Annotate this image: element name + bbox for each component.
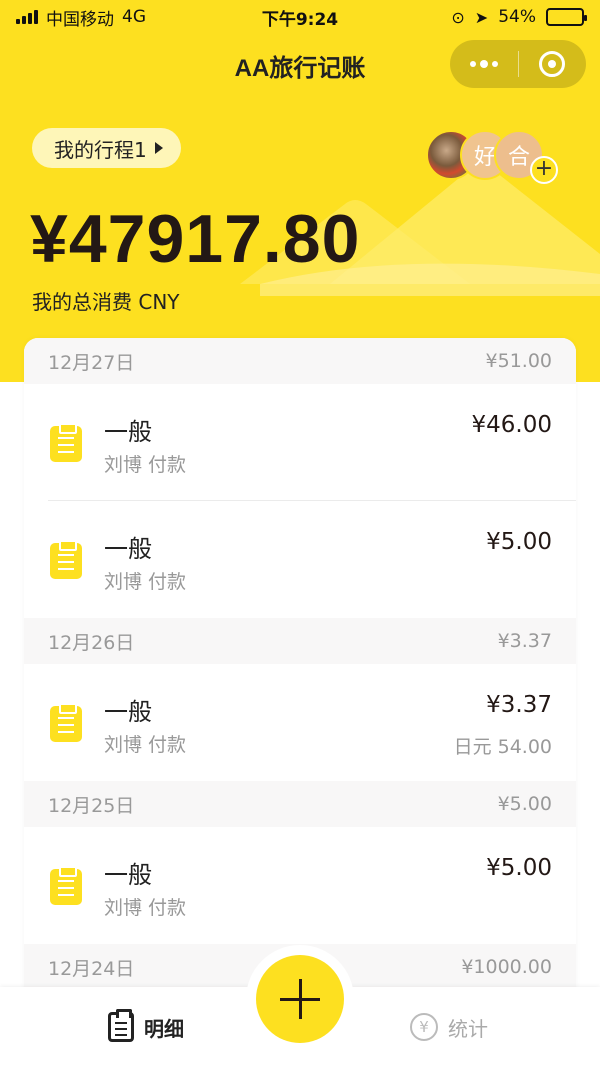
day-date: 12月24日 bbox=[48, 957, 135, 980]
member-avatars[interactable]: 好 合 + bbox=[426, 130, 566, 184]
clipboard-icon bbox=[50, 540, 82, 579]
trip-selector[interactable]: 我的行程1 bbox=[32, 128, 181, 168]
carrier-label: 中国移动 bbox=[46, 9, 114, 30]
expense-payer: 刘博 付款 bbox=[104, 454, 187, 476]
expense-amount: ¥46.00 bbox=[471, 412, 552, 438]
day-date: 12月26日 bbox=[48, 631, 135, 654]
day-header: 12月27日 ¥51.00 bbox=[24, 338, 576, 384]
expense-payer: 刘博 付款 bbox=[104, 734, 187, 756]
clipboard-icon bbox=[50, 703, 82, 742]
day-header: 12月25日 ¥5.00 bbox=[24, 781, 576, 827]
expense-row[interactable]: 一般 刘博 付款 ¥5.00 bbox=[24, 827, 576, 944]
tab-detail-label: 明细 bbox=[144, 1016, 184, 1041]
status-right: ⊙ ➤ 54% bbox=[451, 7, 587, 27]
clipboard-list-icon bbox=[108, 1009, 134, 1042]
plus-icon-vertical bbox=[298, 979, 302, 1019]
location-icon: ➤ bbox=[474, 7, 489, 27]
network-label: 4G bbox=[122, 7, 146, 27]
day-date: 12月27日 bbox=[48, 351, 135, 374]
header: AA旅行记账 我的行程1 好 合 + ¥47917.80 我的总消费 CNY bbox=[0, 34, 600, 382]
total-spending-amount: ¥47917.80 bbox=[30, 201, 361, 277]
clipboard-icon bbox=[50, 423, 82, 462]
expense-category: 一般 bbox=[104, 418, 152, 446]
expense-amount: ¥5.00 bbox=[486, 529, 552, 555]
expense-row[interactable]: 一般 刘博 付款 ¥46.00 bbox=[24, 384, 576, 501]
caret-right-icon bbox=[154, 142, 163, 154]
day-total: ¥51.00 bbox=[485, 350, 552, 372]
expense-original-amount: 日元 54.00 bbox=[453, 736, 552, 758]
expense-category: 一般 bbox=[104, 861, 152, 889]
expense-row[interactable]: 一般 刘博 付款 ¥3.37 日元 54.00 bbox=[24, 664, 576, 781]
expense-category: 一般 bbox=[104, 698, 152, 726]
expense-row[interactable]: 一般 刘博 付款 ¥5.00 bbox=[24, 501, 576, 618]
day-total: ¥3.37 bbox=[497, 630, 552, 652]
status-bar: 中国移动 4G 下午9:24 ⊙ ➤ 54% bbox=[0, 0, 600, 34]
add-member-button[interactable]: + bbox=[530, 156, 558, 184]
target-close-icon bbox=[539, 51, 566, 77]
more-dots-icon bbox=[469, 60, 498, 68]
day-header: 12月26日 ¥3.37 bbox=[24, 618, 576, 664]
tab-statistics-label: 统计 bbox=[448, 1016, 488, 1041]
orientation-lock-icon: ⊙ bbox=[451, 7, 465, 27]
signal-icon bbox=[16, 10, 38, 24]
day-total: ¥5.00 bbox=[497, 793, 552, 815]
more-menu-button[interactable] bbox=[450, 40, 518, 88]
tab-detail[interactable]: 明细 bbox=[108, 987, 184, 1067]
battery-percent: 54% bbox=[498, 7, 536, 27]
expense-amount: ¥3.37 bbox=[486, 692, 552, 718]
expense-category: 一般 bbox=[104, 535, 152, 563]
expense-payer: 刘博 付款 bbox=[104, 897, 187, 919]
status-left: 中国移动 4G bbox=[16, 5, 146, 30]
day-total: ¥1000.00 bbox=[461, 956, 552, 978]
total-spending-label: 我的总消费 CNY bbox=[32, 290, 180, 314]
add-expense-button[interactable] bbox=[256, 955, 344, 1043]
miniprogram-capsule bbox=[450, 40, 586, 88]
trip-name: 我的行程1 bbox=[54, 137, 147, 162]
clipboard-icon bbox=[50, 866, 82, 905]
close-miniprogram-button[interactable] bbox=[519, 40, 587, 88]
tab-statistics[interactable]: ¥ 统计 bbox=[410, 987, 488, 1067]
expense-amount: ¥5.00 bbox=[486, 855, 552, 881]
expense-payer: 刘博 付款 bbox=[104, 571, 187, 593]
battery-icon bbox=[546, 8, 587, 26]
day-date: 12月25日 bbox=[48, 794, 135, 817]
yen-circle-icon: ¥ bbox=[410, 1013, 438, 1041]
